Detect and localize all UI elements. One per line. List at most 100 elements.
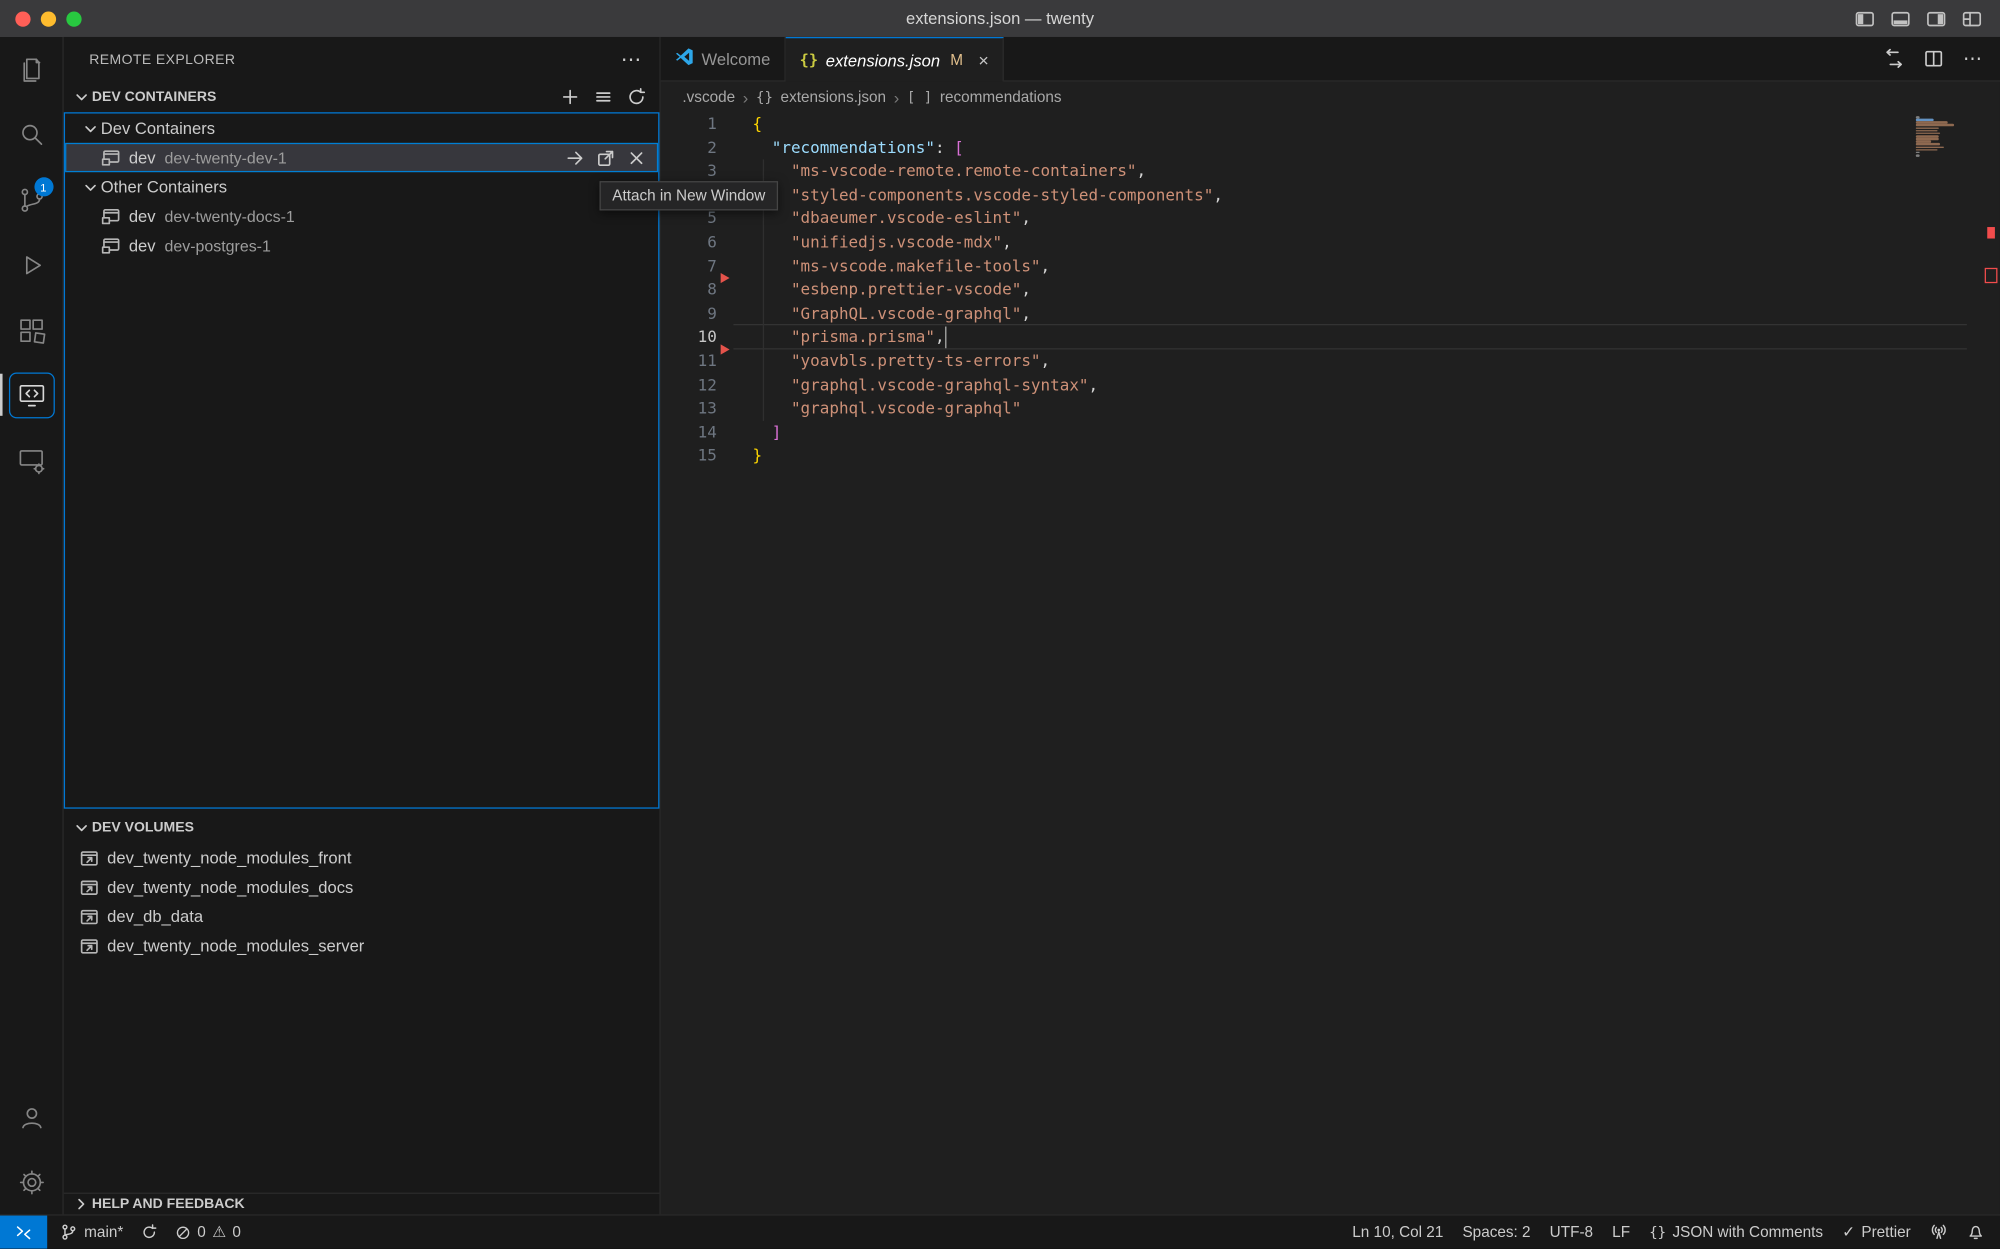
breadcrumb-symbol[interactable]: recommendations <box>940 88 1062 106</box>
sync-icon <box>140 1223 158 1241</box>
volume-item[interactable]: dev_db_data <box>64 902 660 931</box>
code-line-1[interactable]: { <box>753 112 2000 136</box>
toggle-panel-icon[interactable] <box>1890 8 1910 28</box>
account-icon <box>16 1101 47 1132</box>
toggle-secondary-sidebar-icon[interactable] <box>1926 8 1946 28</box>
volume-label: dev_db_data <box>107 907 203 926</box>
formatter-status[interactable]: ✓ Prettier <box>1842 1223 1911 1241</box>
open-changes-icon[interactable] <box>1884 48 1904 68</box>
minimize-window-button[interactable] <box>41 11 56 26</box>
overview-ruler-mark <box>1985 268 1998 283</box>
tree-item-dev-twenty-dev-1[interactable]: dev dev-twenty-dev-1 <box>65 143 658 172</box>
encoding-status[interactable]: UTF-8 <box>1550 1223 1593 1241</box>
activity-account[interactable] <box>0 1084 63 1149</box>
run-debug-icon <box>16 249 47 280</box>
tree-item-description: dev-twenty-dev-1 <box>165 149 287 167</box>
code-line-6[interactable]: "unifiedjs.vscode-mdx", <box>753 231 2000 255</box>
code-line-5[interactable]: "dbaeumer.vscode-eslint", <box>753 207 2000 231</box>
tree-group-dev-containers[interactable]: Dev Containers <box>65 114 658 143</box>
tab-extensions-json[interactable]: {} extensions.json M × <box>786 37 1004 82</box>
vscode-logo-icon <box>675 47 694 70</box>
dev-container-icon <box>101 235 121 255</box>
ports-status[interactable] <box>1930 1223 1948 1241</box>
close-tab-icon[interactable]: × <box>978 50 988 70</box>
containers-icon <box>16 445 47 476</box>
sidebar-more-actions-icon[interactable]: ⋯ <box>621 47 642 73</box>
minimap[interactable] <box>1916 116 1977 157</box>
close-window-button[interactable] <box>15 11 30 26</box>
code-editor[interactable]: 123456789101112131415 { "recommendations… <box>661 112 2000 1214</box>
activity-extensions[interactable] <box>0 297 63 362</box>
code-line-7[interactable]: "ms-vscode.makefile-tools", <box>753 255 2000 279</box>
sync-status[interactable] <box>140 1223 158 1241</box>
volume-item[interactable]: dev_twenty_node_modules_docs <box>64 872 660 901</box>
code-line-11[interactable]: "yoavbls.pretty-ts-errors", <box>753 349 2000 373</box>
editor-more-actions-icon[interactable]: ⋯ <box>1963 47 1982 70</box>
code-line-9[interactable]: "GraphQL.vscode-graphql", <box>753 302 2000 326</box>
code-line-3[interactable]: "ms-vscode-remote.remote-containers", <box>753 160 2000 184</box>
problems-status[interactable]: 0 ⚠ 0 <box>174 1223 241 1241</box>
code-line-10[interactable]: "prisma.prisma", <box>753 326 2000 350</box>
breadcrumb-file[interactable]: extensions.json <box>781 88 887 106</box>
refresh-button[interactable] <box>626 87 646 107</box>
activity-containers[interactable] <box>0 427 63 492</box>
section-dev-volumes[interactable]: DEV VOLUMES <box>64 812 660 843</box>
activity-source-control[interactable]: 1 <box>0 167 63 232</box>
tab-welcome[interactable]: Welcome <box>661 37 786 82</box>
attach-button[interactable] <box>565 147 585 167</box>
error-count: 0 <box>197 1223 206 1241</box>
window-title: extensions.json — twenty <box>0 9 2000 28</box>
code-line-15[interactable]: } <box>753 444 2000 468</box>
activity-explorer[interactable] <box>0 37 63 102</box>
chevron-down-icon <box>71 87 91 107</box>
volume-icon <box>79 936 99 956</box>
dev-containers-tree[interactable]: Dev Containers dev dev-twenty-dev-1 <box>64 112 660 808</box>
code-line-4[interactable]: "styled-components.vscode-styled-compone… <box>753 183 2000 207</box>
section-dev-volumes-title: DEV VOLUMES <box>92 820 194 835</box>
section-dev-containers[interactable]: DEV CONTAINERS <box>64 82 660 113</box>
chevron-down-icon <box>80 118 100 138</box>
volume-icon <box>79 877 99 897</box>
activity-run-debug[interactable] <box>0 232 63 297</box>
activity-remote-explorer[interactable] <box>0 362 63 427</box>
vscode-window: extensions.json — twenty <box>0 0 2000 1249</box>
split-editor-icon[interactable] <box>1923 48 1943 68</box>
line-number: 13 <box>661 397 732 421</box>
formatter-name: Prettier <box>1861 1223 1910 1241</box>
stop-container-button[interactable] <box>626 147 646 167</box>
git-branch-status[interactable]: main* <box>60 1223 123 1241</box>
tree-item-dev-postgres-1[interactable]: dev dev-postgres-1 <box>65 231 658 260</box>
tree-group-other-containers[interactable]: Other Containers <box>65 172 658 201</box>
code-line-13[interactable]: "graphql.vscode-graphql" <box>753 397 2000 421</box>
toggle-primary-sidebar-icon[interactable] <box>1855 8 1875 28</box>
cursor-position-status[interactable]: Ln 10, Col 21 <box>1352 1223 1443 1241</box>
code-line-14[interactable]: ] <box>753 421 2000 445</box>
sidebar-title: REMOTE EXPLORER <box>89 52 235 67</box>
remote-indicator[interactable] <box>0 1216 47 1249</box>
activity-search[interactable] <box>0 102 63 167</box>
notifications-status[interactable] <box>1967 1223 1985 1241</box>
volume-item[interactable]: dev_twenty_node_modules_front <box>64 843 660 872</box>
tree-item-label: dev <box>129 236 156 255</box>
maximize-window-button[interactable] <box>66 11 81 26</box>
line-number: 15 <box>661 444 732 468</box>
section-help-feedback[interactable]: HELP AND FEEDBACK <box>64 1193 660 1215</box>
tree-item-dev-twenty-docs-1[interactable]: dev dev-twenty-docs-1 <box>65 202 658 231</box>
filter-button[interactable] <box>593 87 613 107</box>
code-line-2[interactable]: "recommendations": [ <box>753 136 2000 160</box>
language-mode-status[interactable]: {} JSON with Comments <box>1649 1223 1823 1241</box>
indentation-status[interactable]: Spaces: 2 <box>1462 1223 1530 1241</box>
activity-settings[interactable] <box>0 1149 63 1214</box>
editor-gutter[interactable]: 123456789101112131415 <box>661 112 732 1214</box>
attach-new-window-button[interactable] <box>596 147 616 167</box>
volume-item[interactable]: dev_twenty_node_modules_server <box>64 931 660 960</box>
eol-status[interactable]: LF <box>1612 1223 1630 1241</box>
code-line-12[interactable]: "graphql.vscode-graphql-syntax", <box>753 373 2000 397</box>
tree-group-label: Other Containers <box>101 177 227 196</box>
add-container-button[interactable] <box>560 87 580 107</box>
breadcrumb-folder[interactable]: .vscode <box>682 88 735 106</box>
editor-code[interactable]: { "recommendations": [ "ms-vscode-remote… <box>732 112 2000 1214</box>
line-number: 12 <box>661 373 732 397</box>
code-line-8[interactable]: "esbenp.prettier-vscode", <box>753 278 2000 302</box>
customize-layout-icon[interactable] <box>1962 8 1982 28</box>
